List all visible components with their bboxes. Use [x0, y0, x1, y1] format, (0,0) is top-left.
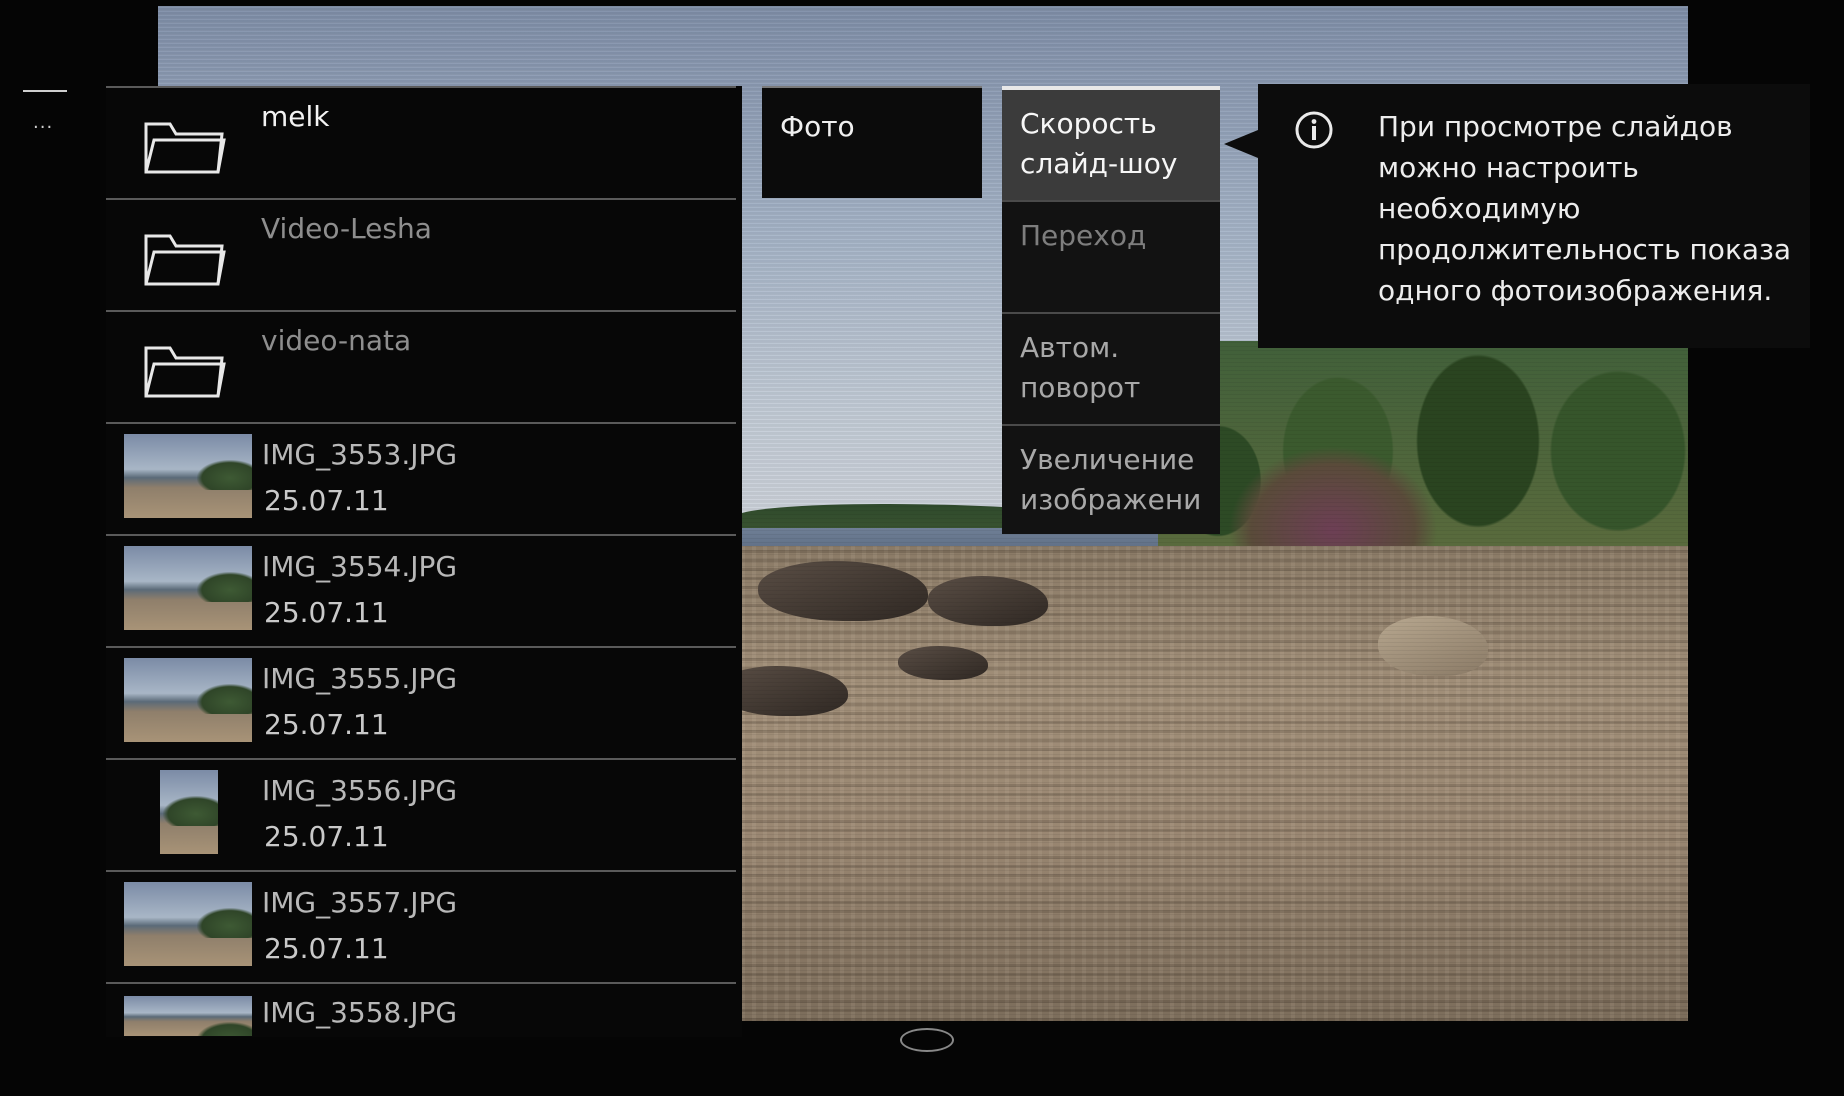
menu-item-auto-rotate[interactable]: Автом. поворот — [1002, 312, 1220, 424]
file-name: IMG_3554.JPG — [262, 550, 458, 583]
tooltip-text: При просмотре слайдов можно настроить не… — [1378, 110, 1792, 307]
file-name: IMG_3553.JPG — [262, 438, 458, 471]
file-name: IMG_3556.JPG — [262, 774, 458, 807]
file-name: IMG_3558.JPG — [262, 996, 458, 1029]
image-thumbnail — [124, 546, 252, 630]
file-date: 25.07.11 — [264, 596, 389, 629]
file-name: Video-Lesha — [261, 212, 432, 245]
file-name: melk — [261, 100, 330, 133]
list-item-folder[interactable]: Video-Lesha — [106, 198, 736, 312]
file-name: IMG_3555.JPG — [262, 662, 458, 695]
image-thumbnail — [160, 770, 218, 854]
file-name: video-nata — [261, 324, 412, 357]
list-item-image[interactable]: IMG_3557.JPG 25.07.11 — [106, 870, 736, 984]
image-thumbnail — [124, 658, 252, 742]
file-list[interactable]: melk Video-Lesha video-nata IMG_3553.JPG… — [106, 86, 742, 1037]
list-item-folder[interactable]: video-nata — [106, 310, 736, 424]
list-item-image[interactable]: IMG_3558.JPG — [106, 982, 736, 1096]
menu-item-label: Переход — [1020, 219, 1147, 252]
settings-menu[interactable]: Скорость слайд-шоу Переход Автом. поворо… — [1002, 86, 1220, 534]
side-indicator-dots: ... — [33, 112, 54, 133]
menu-item-zoom[interactable]: Увеличение изображени — [1002, 424, 1220, 536]
info-tooltip: При просмотре слайдов можно настроить не… — [1224, 84, 1810, 348]
file-date: 25.07.11 — [264, 484, 389, 517]
file-date: 25.07.11 — [264, 820, 389, 853]
list-item-image[interactable]: IMG_3555.JPG 25.07.11 — [106, 646, 736, 760]
photo-rock — [898, 646, 988, 680]
info-icon — [1295, 111, 1333, 149]
menu-item-label: Автом. поворот — [1020, 331, 1141, 404]
file-name: IMG_3557.JPG — [262, 886, 458, 919]
file-date: 25.07.11 — [264, 708, 389, 741]
image-thumbnail — [124, 996, 252, 1036]
side-indicator-line — [23, 90, 67, 92]
list-item-folder[interactable]: melk — [106, 86, 736, 200]
menu-item-label: Скорость слайд-шоу — [1020, 107, 1178, 180]
bottom-indicator — [900, 1028, 954, 1052]
folder-icon — [144, 346, 226, 398]
image-thumbnail — [124, 434, 252, 518]
list-item-image[interactable]: IMG_3554.JPG 25.07.11 — [106, 534, 736, 648]
category-label: Фото — [780, 110, 855, 143]
category-photo[interactable]: Фото — [762, 86, 982, 198]
list-item-image[interactable]: IMG_3556.JPG 25.07.11 — [106, 758, 736, 872]
menu-item-slideshow-speed[interactable]: Скорость слайд-шоу — [1002, 86, 1220, 200]
folder-icon — [144, 234, 226, 286]
file-date: 25.07.11 — [264, 932, 389, 965]
list-item-image[interactable]: IMG_3553.JPG 25.07.11 — [106, 422, 736, 536]
menu-item-label: Увеличение изображени — [1020, 443, 1202, 516]
menu-item-transition[interactable]: Переход — [1002, 200, 1220, 312]
image-thumbnail — [124, 882, 252, 966]
folder-icon — [144, 122, 226, 174]
